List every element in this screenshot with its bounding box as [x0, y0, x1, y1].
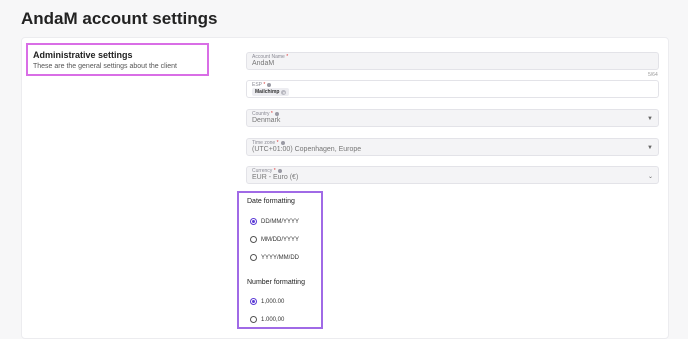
date-format-option[interactable]: MM/DD/YYYY	[250, 236, 299, 243]
currency-value: EUR - Euro (€)	[252, 174, 299, 181]
info-icon	[274, 111, 279, 116]
account-name-field[interactable]: Account Name * AndaM	[246, 52, 659, 70]
date-format-option[interactable]: DD/MM/YYYY	[250, 218, 299, 225]
currency-select[interactable]: Currency * EUR - Euro (€) ⌄	[246, 166, 659, 184]
chevron-down-icon: ▼	[647, 145, 653, 151]
admin-settings-section: Administrative settings These are the ge…	[26, 43, 209, 76]
date-format-label: YYYY/MM/DD	[261, 254, 300, 261]
info-icon	[277, 168, 282, 173]
account-name-value: AndaM	[252, 60, 275, 67]
radio-icon[interactable]	[250, 316, 257, 323]
esp-chip-label: Mailchimp	[255, 89, 280, 95]
timezone-value: (UTC+01:00) Copenhagen, Europe	[252, 146, 362, 153]
page-title: AndaM account settings	[21, 9, 218, 28]
country-select[interactable]: Country * Denmark ▼	[246, 109, 659, 127]
radio-icon[interactable]	[250, 254, 257, 261]
account-name-counter: 5/64	[648, 72, 658, 78]
radio-selected-icon[interactable]	[250, 298, 257, 305]
country-value: Denmark	[252, 117, 281, 124]
number-format-option[interactable]: 1.000,00	[250, 316, 284, 323]
chevron-down-icon: ▼	[647, 116, 653, 122]
esp-field[interactable]: ESP * Mailchimp ×	[246, 80, 659, 98]
info-icon	[267, 82, 272, 87]
date-format-label: MM/DD/YYYY	[261, 236, 300, 243]
number-format-label: 1.000,00	[261, 316, 285, 323]
remove-chip-icon[interactable]: ×	[281, 89, 287, 95]
chevron-down-icon: ⌄	[647, 174, 653, 180]
info-icon	[280, 140, 285, 145]
esp-chip: Mailchimp ×	[252, 88, 290, 96]
radio-icon[interactable]	[250, 236, 257, 243]
admin-settings-description: These are the general settings about the…	[33, 63, 177, 70]
date-format-label: DD/MM/YYYY	[261, 218, 300, 225]
radio-selected-icon[interactable]	[250, 218, 257, 225]
formatting-section: Date formatting DD/MM/YYYY MM/DD/YYYY YY…	[237, 191, 323, 329]
admin-settings-title: Administrative settings	[33, 50, 133, 60]
timezone-select[interactable]: Time zone * (UTC+01:00) Copenhagen, Euro…	[246, 138, 659, 156]
date-format-option[interactable]: YYYY/MM/DD	[250, 254, 299, 261]
number-formatting-title: Number formatting	[247, 279, 305, 286]
number-format-option[interactable]: 1,000.00	[250, 298, 284, 305]
number-format-label: 1,000.00	[261, 298, 285, 305]
date-formatting-title: Date formatting	[247, 198, 295, 205]
